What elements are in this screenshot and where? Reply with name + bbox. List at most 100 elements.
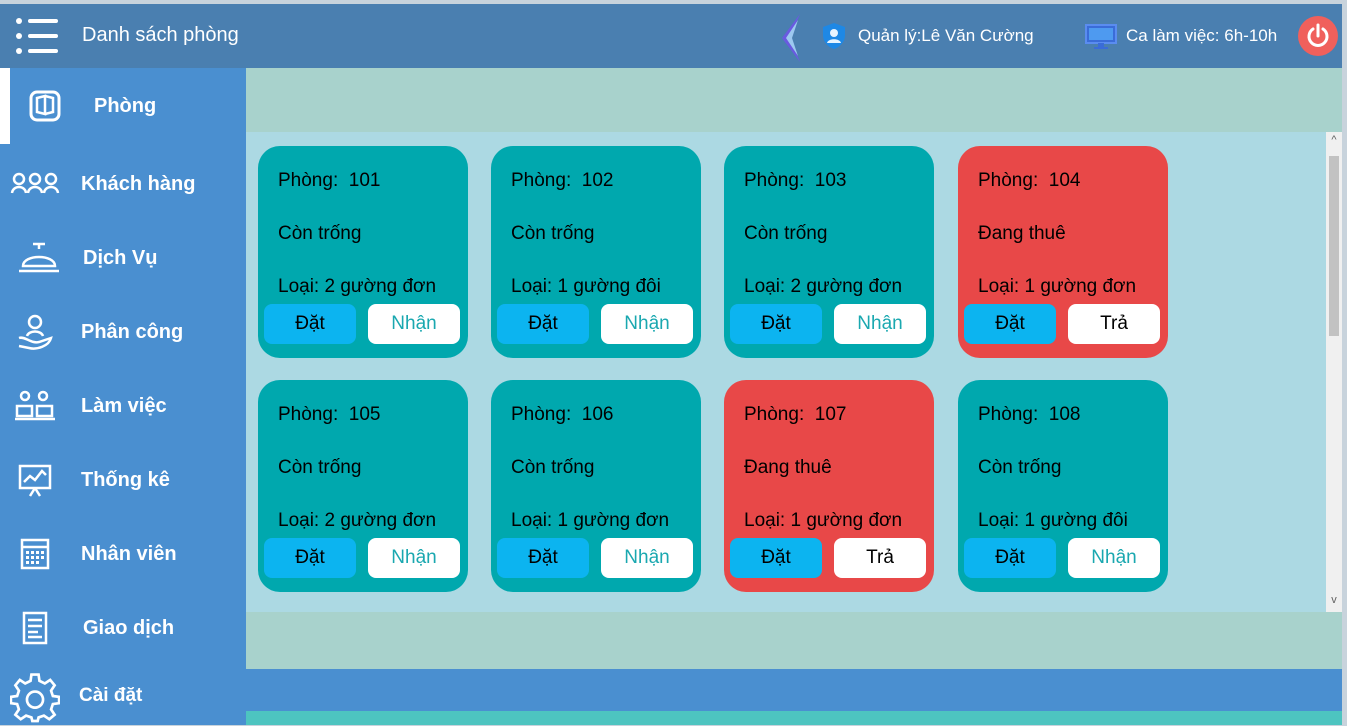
scroll-thumb[interactable] — [1329, 156, 1339, 336]
book-button[interactable]: Đặt — [964, 538, 1056, 578]
room-grid: Phòng: 101 Còn trống Loại: 2 gường đơn Đặt N… — [246, 132, 1326, 612]
room-number-line: Phòng: 103 — [744, 170, 847, 192]
checkin-button[interactable]: Nhận — [368, 538, 460, 578]
footer-area — [246, 612, 1342, 669]
book-button[interactable]: Đặt — [730, 538, 822, 578]
vertical-scrollbar[interactable]: ^ v — [1326, 132, 1342, 612]
checkin-button[interactable]: Nhận — [834, 304, 926, 344]
sidebar-item-label: Cài đặt — [79, 685, 143, 706]
room-type: Loại: 1 gường đơn — [744, 510, 903, 531]
room-number: 107 — [814, 404, 847, 425]
assignment-icon — [10, 312, 60, 352]
sidebar-item-assignment[interactable]: Phân công — [0, 302, 246, 362]
room-label: Phòng: — [511, 404, 572, 425]
book-button[interactable]: Đặt — [264, 538, 356, 578]
room-status: Còn trống — [278, 457, 362, 478]
room-number-line: Phòng: 107 — [744, 404, 847, 426]
room-label: Phòng: — [744, 404, 805, 425]
room-type: Loại: 2 gường đơn — [278, 510, 437, 531]
room-number: 108 — [1048, 404, 1081, 425]
shift-info: Ca làm việc: 6h-10h — [1084, 22, 1277, 50]
room-number-line: Phòng: 104 — [978, 170, 1081, 192]
room-type: Loại: 2 gường đơn — [278, 276, 437, 297]
room-card[interactable]: Phòng: 108 Còn trống Loại: 1 gường đôi Đặt N… — [958, 380, 1168, 592]
sidebar-item-employees[interactable]: Nhân viên — [0, 524, 246, 584]
room-card[interactable]: Phòng: 106 Còn trống Loại: 1 gường đơn Đặt N… — [491, 380, 701, 592]
menu-icon[interactable] — [16, 16, 60, 56]
sidebar-item-label: Làm việc — [81, 394, 167, 417]
collapse-chevron-icon[interactable] — [776, 12, 806, 64]
room-type: Loại: 2 gường đơn — [744, 276, 903, 297]
room-card[interactable]: Phòng: 102 Còn trống Loại: 1 gường đôi Đặt N… — [491, 146, 701, 358]
book-button[interactable]: Đặt — [730, 304, 822, 344]
manager-name: Quản lý:Lê Văn Cường — [858, 26, 1034, 45]
scroll-down-icon[interactable]: v — [1326, 594, 1342, 610]
statistics-icon — [10, 460, 60, 500]
room-icon — [20, 86, 70, 126]
sidebar-item-label: Dịch Vụ — [83, 246, 158, 269]
top-bar: Danh sách phòng Quản lý:Lê Văn Cường Ca … — [0, 4, 1342, 68]
checkin-button[interactable]: Nhận — [601, 538, 693, 578]
checkin-button[interactable]: Nhận — [601, 304, 693, 344]
page-title: Danh sách phòng — [82, 24, 239, 46]
room-number-line: Phòng: 106 — [511, 404, 614, 426]
bottom-strip — [246, 711, 1342, 725]
checkin-button[interactable]: Nhận — [1068, 538, 1160, 578]
room-number: 104 — [1048, 170, 1081, 191]
checkin-button[interactable]: Nhận — [368, 304, 460, 344]
document-icon — [10, 608, 60, 648]
room-label: Phòng: — [278, 170, 339, 191]
work-icon — [10, 386, 60, 426]
book-button[interactable]: Đặt — [264, 304, 356, 344]
room-label: Phòng: — [978, 170, 1039, 191]
room-card[interactable]: Phòng: 101 Còn trống Loại: 2 gường đơn Đặt N… — [258, 146, 468, 358]
sidebar-item-statistics[interactable]: Thống kê — [0, 450, 246, 510]
room-number: 105 — [348, 404, 381, 425]
room-number: 106 — [581, 404, 614, 425]
room-number-line: Phòng: 105 — [278, 404, 381, 426]
room-number-line: Phòng: 102 — [511, 170, 614, 192]
room-status: Còn trống — [978, 457, 1062, 478]
sidebar-item-services[interactable]: Dịch Vụ — [0, 228, 246, 288]
sidebar-item-transactions[interactable]: Giao dịch — [0, 598, 246, 658]
room-type: Loại: 1 gường đôi — [978, 510, 1128, 531]
room-status: Còn trống — [744, 223, 828, 244]
room-card[interactable]: Phòng: 104 Đang thuê Loại: 1 gường đơn Đặt T… — [958, 146, 1168, 358]
book-button[interactable]: Đặt — [497, 538, 589, 578]
power-button[interactable] — [1298, 16, 1338, 56]
sidebar-item-label: Phòng — [94, 94, 157, 117]
book-button[interactable]: Đặt — [497, 304, 589, 344]
sidebar-item-label: Phân công — [81, 320, 184, 343]
sidebar-item-settings[interactable]: Cài đặt — [0, 666, 246, 726]
room-number-line: Phòng: 108 — [978, 404, 1081, 426]
customers-icon — [10, 164, 60, 204]
return-button[interactable]: Trả — [1068, 304, 1160, 344]
room-type: Loại: 1 gường đôi — [511, 276, 661, 297]
scroll-up-icon[interactable]: ^ — [1326, 134, 1342, 150]
filter-bar — [246, 68, 1342, 132]
calendar-icon — [10, 534, 60, 574]
room-card[interactable]: Phòng: 103 Còn trống Loại: 2 gường đơn Đặt N… — [724, 146, 934, 358]
sidebar-item-customers[interactable]: Khách hàng — [0, 154, 246, 214]
book-button[interactable]: Đặt — [964, 304, 1056, 344]
room-card[interactable]: Phòng: 105 Còn trống Loại: 2 gường đơn Đặt N… — [258, 380, 468, 592]
room-label: Phòng: — [511, 170, 572, 191]
room-number: 102 — [581, 170, 614, 191]
sidebar-item-rooms[interactable]: Phòng — [0, 68, 246, 144]
room-type: Loại: 1 gường đơn — [978, 276, 1137, 297]
room-card[interactable]: Phòng: 107 Đang thuê Loại: 1 gường đơn Đặt T… — [724, 380, 934, 592]
sidebar-item-label: Giao dịch — [83, 616, 175, 639]
app-window: Danh sách phòng Quản lý:Lê Văn Cường Ca … — [0, 4, 1342, 725]
room-number-line: Phòng: 101 — [278, 170, 381, 192]
sidebar-item-label: Thống kê — [81, 468, 170, 491]
manager-info: Quản lý:Lê Văn Cường — [820, 22, 1034, 50]
sidebar-item-work[interactable]: Làm việc — [0, 376, 246, 436]
return-button[interactable]: Trả — [834, 538, 926, 578]
room-status: Còn trống — [278, 223, 362, 244]
monitor-icon — [1084, 22, 1120, 50]
room-label: Phòng: — [278, 404, 339, 425]
power-icon — [1307, 23, 1329, 47]
sidebar-item-label: Khách hàng — [81, 172, 196, 195]
gear-icon — [10, 673, 60, 723]
service-bell-icon — [14, 238, 64, 278]
